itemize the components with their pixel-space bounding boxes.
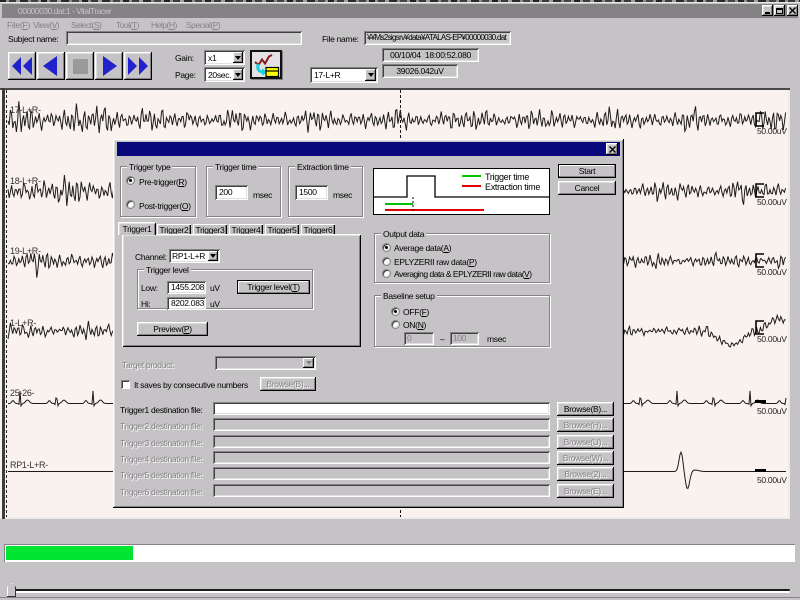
svg-text:Extraction time: Extraction time: [485, 182, 540, 192]
svg-text:50.00uV: 50.00uV: [757, 267, 787, 277]
svg-text:25-26-: 25-26-: [10, 388, 35, 398]
svg-text:19-L+R-: 19-L+R-: [10, 246, 41, 256]
svg-text:50.00uV: 50.00uV: [757, 126, 787, 136]
svg-text:1-L+R-: 1-L+R-: [10, 318, 36, 328]
svg-text:17-L+R-: 17-L+R-: [10, 105, 41, 115]
svg-text:Trigger time: Trigger time: [485, 172, 529, 182]
svg-text:RP1-L+R-: RP1-L+R-: [10, 460, 48, 470]
svg-text:50.00uV: 50.00uV: [757, 406, 787, 416]
svg-text:50.00uV: 50.00uV: [757, 334, 787, 344]
svg-text:50.00uV: 50.00uV: [757, 197, 787, 207]
svg-text:50.00uV: 50.00uV: [757, 475, 787, 485]
svg-text:18-L+R-: 18-L+R-: [10, 176, 41, 186]
